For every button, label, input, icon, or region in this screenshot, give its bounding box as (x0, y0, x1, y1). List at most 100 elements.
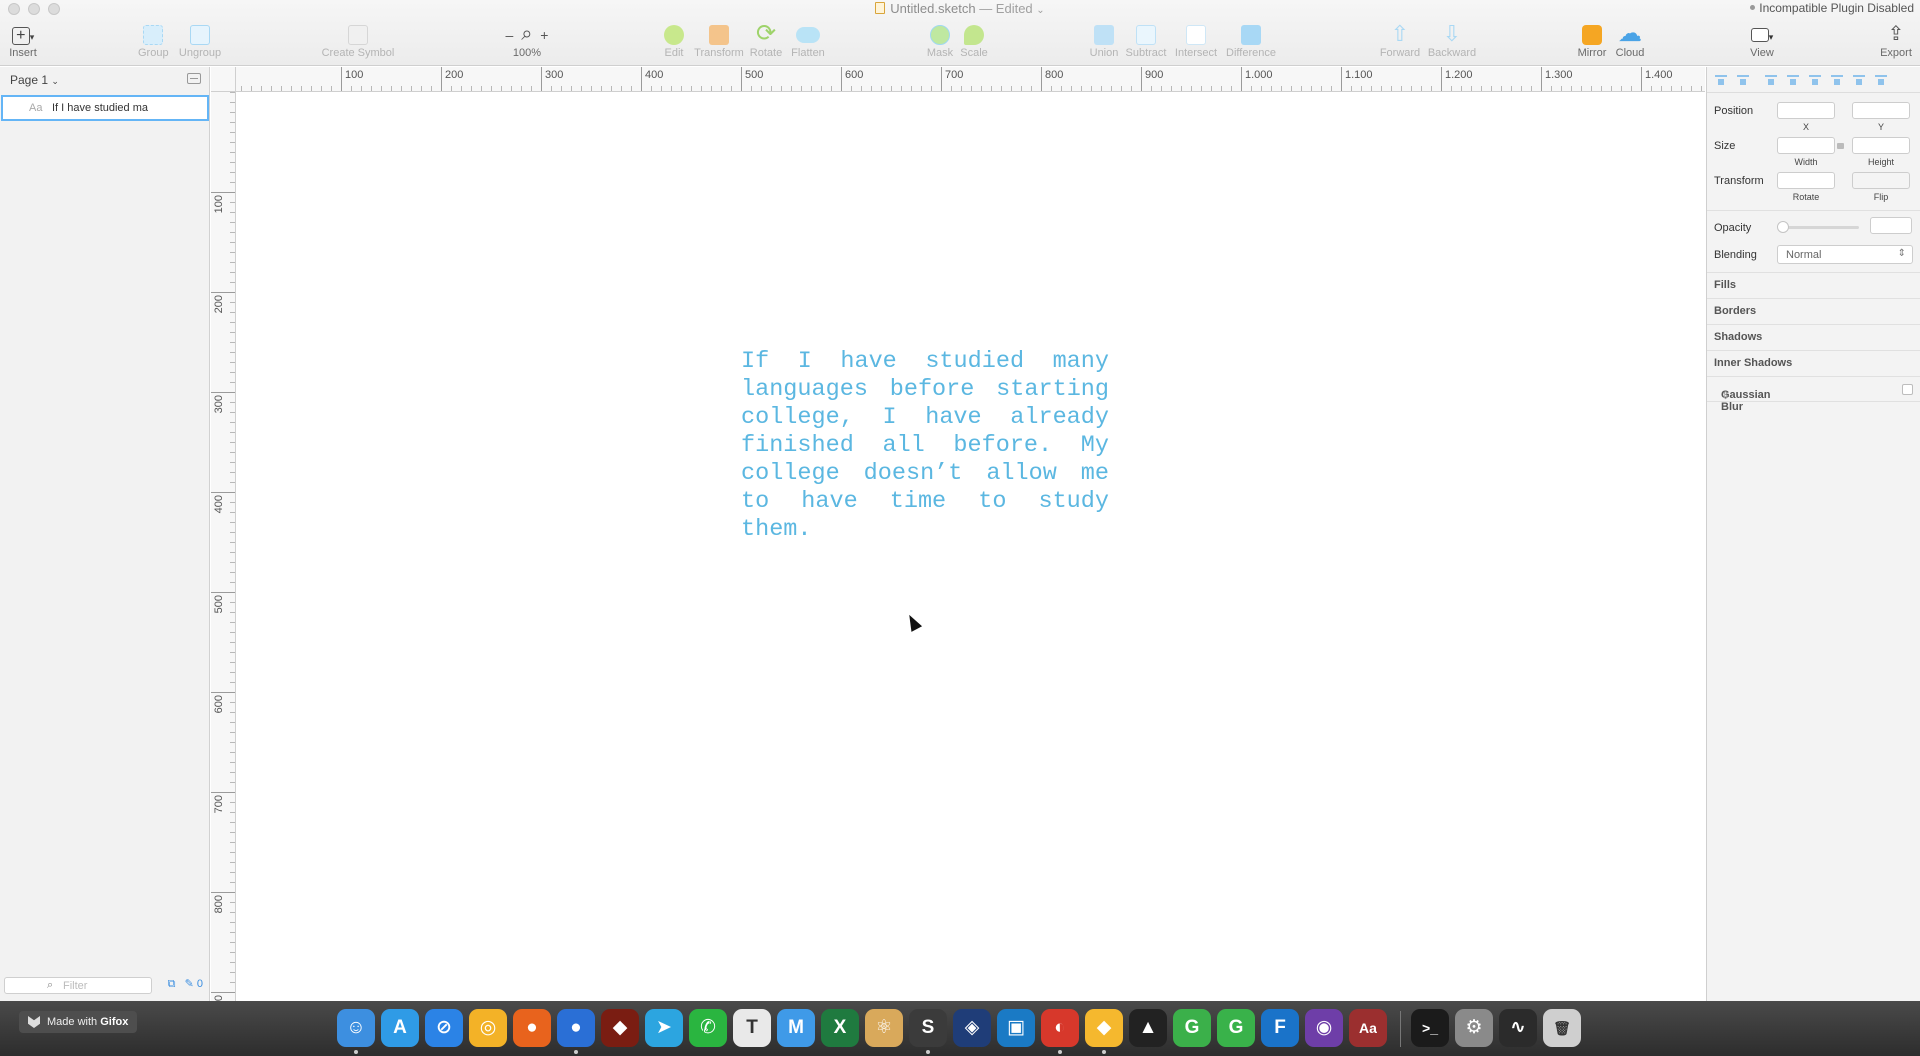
distribute-horizontal-icon[interactable] (1715, 75, 1727, 85)
opacity-slider[interactable] (1779, 226, 1859, 229)
slice-icon[interactable]: ✎ (185, 978, 194, 990)
lock-icon[interactable] (1837, 143, 1844, 149)
intersect-button[interactable]: Intersect (1172, 22, 1220, 62)
rotate-field[interactable] (1777, 172, 1835, 189)
dock-app-safari[interactable]: ⊘ (425, 1009, 463, 1047)
dock-app-chrome-canary[interactable]: ◎ (469, 1009, 507, 1047)
dock-app-grapher[interactable]: G (1173, 1009, 1211, 1047)
opacity-slider-knob[interactable] (1777, 221, 1789, 233)
export-button[interactable]: ⇪ Export (1878, 22, 1914, 62)
group-button[interactable]: Group (138, 22, 169, 62)
inner-shadows-section[interactable]: Inner Shadows (1707, 350, 1920, 376)
zoom-in-button[interactable]: + (540, 27, 548, 43)
intersect-icon (1172, 22, 1220, 46)
dock-app-dictionary[interactable]: Aa (1349, 1009, 1387, 1047)
dock-app-system-preferences[interactable]: ⚙ (1455, 1009, 1493, 1047)
scale-button[interactable]: Scale (958, 22, 990, 62)
align-bottom-icon[interactable] (1875, 75, 1887, 85)
fills-section[interactable]: Fills (1707, 272, 1920, 298)
dock-app-sublime-text[interactable]: S (909, 1009, 947, 1047)
close-window-button[interactable] (8, 3, 20, 15)
gaussian-blur-section[interactable]: Gaussian Blur ⇕ (1707, 376, 1920, 413)
ruler-label: 800 (213, 895, 225, 914)
difference-button[interactable]: Difference (1224, 22, 1278, 62)
dock-app-excel[interactable]: X (821, 1009, 859, 1047)
dock-app-whatsapp[interactable]: ✆ (689, 1009, 727, 1047)
edit-button[interactable]: Edit (660, 22, 688, 62)
flip-buttons[interactable] (1852, 172, 1910, 189)
dock-app-sourcetree[interactable]: ◈ (953, 1009, 991, 1047)
trash-icon: 🗑 (1553, 1020, 1571, 1036)
dock-app-sketch[interactable]: ◆ (1085, 1009, 1123, 1047)
dock-app-firefox[interactable]: ● (513, 1009, 551, 1047)
dock-app-game[interactable]: ◆ (601, 1009, 639, 1047)
cloud-button[interactable]: ☁ Cloud (1612, 22, 1648, 62)
align-right-icon[interactable] (1809, 75, 1821, 85)
mask-button[interactable]: Mask (924, 22, 956, 62)
dock-app-terminal[interactable]: >_ (1411, 1009, 1449, 1047)
layer-row-text[interactable]: Aa If I have studied ma (1, 95, 209, 121)
ruler-label: 500 (213, 595, 225, 614)
width-field[interactable] (1777, 137, 1835, 154)
dock-app-framer[interactable]: F (1261, 1009, 1299, 1047)
y-field[interactable] (1852, 102, 1910, 119)
dock-app-github-desktop[interactable]: ◉ (1305, 1009, 1343, 1047)
height-field[interactable] (1852, 137, 1910, 154)
dock-app-telegram[interactable]: ➤ (645, 1009, 683, 1047)
dock-app-mweb[interactable]: M (777, 1009, 815, 1047)
rotate-button[interactable]: ⟳ Rotate (748, 22, 784, 62)
dock-app-trash[interactable]: 🗑 (1543, 1009, 1581, 1047)
backward-button[interactable]: ⇩ Backward (1426, 22, 1478, 62)
dock-app-bracket-app[interactable]: ▣ (997, 1009, 1035, 1047)
subtract-button[interactable]: Subtract (1124, 22, 1168, 62)
filter-input[interactable]: ⌕ Filter (4, 977, 152, 994)
flatten-button[interactable]: Flatten (788, 22, 828, 62)
atom-icon: ⚛ (875, 1017, 893, 1038)
x-field[interactable] (1777, 102, 1835, 119)
dock-app-typora[interactable]: T (733, 1009, 771, 1047)
ruler-mark: 700 (941, 67, 963, 91)
symbols-icon[interactable]: ⧉ (168, 978, 176, 990)
insert-button[interactable]: + ▾ Insert (8, 22, 38, 62)
canvas[interactable]: If I have studied many languages before … (237, 92, 1705, 1001)
opacity-field[interactable] (1870, 217, 1912, 234)
dock-app-app-store[interactable]: A (381, 1009, 419, 1047)
vertical-ruler[interactable]: 100 200 300 400 500 600 700 800 900 (211, 92, 236, 1001)
dock-app-atom[interactable]: ⚛ (865, 1009, 903, 1047)
dock-app-color-picker[interactable]: ◐ (1041, 1009, 1079, 1047)
align-center-icon[interactable] (1787, 75, 1799, 85)
page-selector[interactable]: Page 1 ⌄ (10, 73, 59, 87)
ruler-mark: 900 (211, 992, 235, 1001)
align-top-icon[interactable] (1831, 75, 1843, 85)
position-label: Position (1714, 105, 1754, 117)
shadows-section[interactable]: Shadows (1707, 324, 1920, 350)
minimize-window-button[interactable] (28, 3, 40, 15)
blending-select[interactable]: Normal ⇕ (1777, 245, 1913, 264)
horizontal-ruler[interactable]: 100 200 300 400 500 600 700 800 900 1.000 1.100 1.2… (211, 67, 1705, 92)
dock-app-git-client[interactable]: G (1217, 1009, 1255, 1047)
union-button[interactable]: Union (1088, 22, 1120, 62)
canvas-text-layer[interactable]: If I have studied many languages before … (741, 348, 1109, 544)
layers-sidebar: Page 1 ⌄ Aa If I have studied ma ⌕ Filte… (0, 67, 210, 1001)
ruler-label: 400 (213, 495, 225, 514)
plugin-notice[interactable]: Incompatible Plugin Disabled (1750, 1, 1914, 15)
view-button[interactable]: ▾ View (1746, 22, 1778, 62)
ungroup-button[interactable]: Ungroup (178, 22, 222, 62)
create-symbol-button[interactable]: Create Symbol (320, 22, 396, 62)
ruler-mark: 500 (741, 67, 763, 91)
dock-app-inkscape[interactable]: ▲ (1129, 1009, 1167, 1047)
dock-app-finder[interactable]: ☺ (337, 1009, 375, 1047)
dock-app-firefox-developer[interactable]: ● (557, 1009, 595, 1047)
dock-app-activity-monitor[interactable]: ∿ (1499, 1009, 1537, 1047)
align-left-icon[interactable] (1765, 75, 1777, 85)
align-middle-icon[interactable] (1853, 75, 1865, 85)
collapse-pages-icon[interactable] (187, 73, 201, 84)
zoom-window-button[interactable] (48, 3, 60, 15)
forward-button[interactable]: ⇧ Forward (1378, 22, 1422, 62)
distribute-vertical-icon[interactable] (1737, 75, 1749, 85)
zoom-out-button[interactable]: – (506, 27, 514, 43)
gaussian-blur-checkbox[interactable] (1902, 384, 1913, 395)
transform-button[interactable]: Transform (692, 22, 746, 62)
borders-section[interactable]: Borders (1707, 298, 1920, 324)
mirror-button[interactable]: Mirror (1574, 22, 1610, 62)
